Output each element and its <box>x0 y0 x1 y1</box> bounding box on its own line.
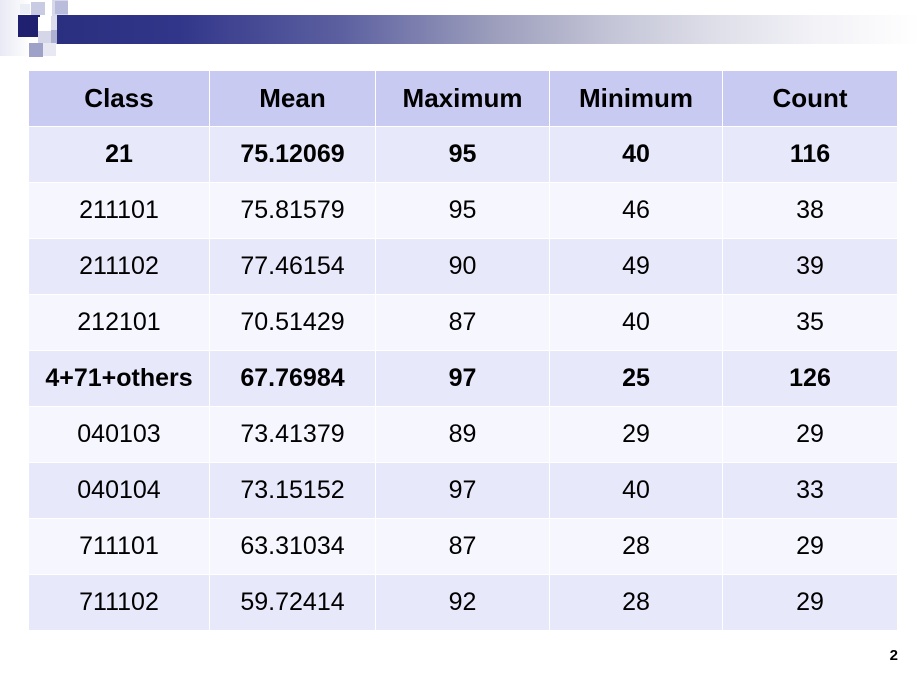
table-row: 040103 73.41379 89 29 29 <box>29 407 897 462</box>
table-cell: 95 <box>376 183 549 238</box>
table-row: 711102 59.72414 92 28 29 <box>29 575 897 630</box>
table-cell: 46 <box>550 183 722 238</box>
statistics-table: Class Mean Maximum Minimum Count 21 75.12… <box>28 70 898 631</box>
table-cell: 28 <box>550 519 722 574</box>
table-cell: 711101 <box>29 519 209 574</box>
table-cell: 25 <box>550 351 722 406</box>
table-cell: 212101 <box>29 295 209 350</box>
column-header-count: Count <box>723 71 897 126</box>
table-cell: 29 <box>723 519 897 574</box>
table-cell: 39 <box>723 239 897 294</box>
table-cell: 97 <box>376 351 549 406</box>
table-cell: 29 <box>550 407 722 462</box>
table-row: 711101 63.31034 87 28 29 <box>29 519 897 574</box>
table-cell: 29 <box>723 575 897 630</box>
table-cell: 73.15152 <box>210 463 375 518</box>
table-header-row: Class Mean Maximum Minimum Count <box>29 71 897 126</box>
table-cell: 40 <box>550 295 722 350</box>
table-cell: 87 <box>376 519 549 574</box>
column-header-minimum: Minimum <box>550 71 722 126</box>
table-cell: 97 <box>376 463 549 518</box>
deco-square-lavender-8 <box>29 43 43 57</box>
table-cell: 040104 <box>29 463 209 518</box>
table-cell: 211101 <box>29 183 209 238</box>
table-cell: 95 <box>376 127 549 182</box>
table-cell: 75.81579 <box>210 183 375 238</box>
table-cell: 38 <box>723 183 897 238</box>
table-cell: 67.76984 <box>210 351 375 406</box>
deco-square-pale-top <box>20 4 30 14</box>
table-cell: 70.51429 <box>210 295 375 350</box>
table-cell: 116 <box>723 127 897 182</box>
table-row: 211101 75.81579 95 46 38 <box>29 183 897 238</box>
table-cell: 40 <box>550 127 722 182</box>
column-header-maximum: Maximum <box>376 71 549 126</box>
table-cell: 77.46154 <box>210 239 375 294</box>
table-cell: 21 <box>29 127 209 182</box>
table-cell: 63.31034 <box>210 519 375 574</box>
slide-header-decoration <box>0 0 920 62</box>
table-header: Class Mean Maximum Minimum Count <box>29 71 897 126</box>
table-cell: 28 <box>550 575 722 630</box>
table-cell: 211102 <box>29 239 209 294</box>
table-cell: 35 <box>723 295 897 350</box>
table-cell: 126 <box>723 351 897 406</box>
deco-square-lavender-1 <box>31 2 45 15</box>
page-number: 2 <box>889 647 898 664</box>
table-cell: 59.72414 <box>210 575 375 630</box>
table-cell: 4+71+others <box>29 351 209 406</box>
table-row: 212101 70.51429 87 40 35 <box>29 295 897 350</box>
table-cell: 33 <box>723 463 897 518</box>
table-body: 21 75.12069 95 40 116 211101 75.81579 95 46 38 211… <box>29 127 897 630</box>
table-row: 21 75.12069 95 40 116 <box>29 127 897 182</box>
column-header-mean: Mean <box>210 71 375 126</box>
deco-square-navy <box>18 15 40 37</box>
table-cell: 90 <box>376 239 549 294</box>
table-cell: 92 <box>376 575 549 630</box>
table-cell: 711102 <box>29 575 209 630</box>
header-gradient-bar <box>57 15 920 44</box>
table-cell: 40 <box>550 463 722 518</box>
deco-square-lavender-3 <box>55 1 68 14</box>
table-row: 211102 77.46154 90 49 39 <box>29 239 897 294</box>
table-cell: 29 <box>723 407 897 462</box>
deco-square-lavender-9 <box>43 43 56 56</box>
table-cell: 89 <box>376 407 549 462</box>
table-cell: 75.12069 <box>210 127 375 182</box>
column-header-class: Class <box>29 71 209 126</box>
table-cell: 87 <box>376 295 549 350</box>
table-row: 4+71+others 67.76984 97 25 126 <box>29 351 897 406</box>
statistics-table-container: Class Mean Maximum Minimum Count 21 75.12… <box>28 70 898 631</box>
table-row: 040104 73.15152 97 40 33 <box>29 463 897 518</box>
table-cell: 73.41379 <box>210 407 375 462</box>
table-cell: 040103 <box>29 407 209 462</box>
table-cell: 49 <box>550 239 722 294</box>
